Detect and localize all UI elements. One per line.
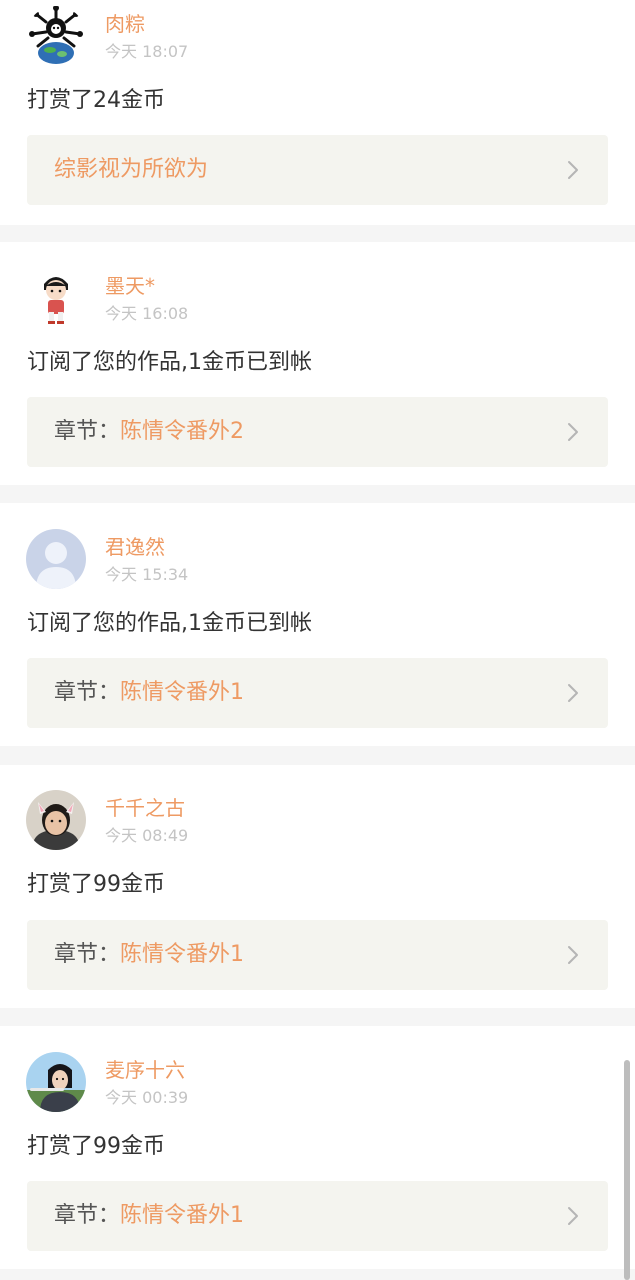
chevron-right-icon [568, 1207, 578, 1225]
user-avatar[interactable] [26, 529, 86, 589]
link-prefix: 章节： [54, 942, 121, 967]
link-title: 陈情令番外2 [120, 419, 245, 444]
link-text: 章节：陈情令番外1 [54, 678, 244, 708]
username[interactable]: 墨天* [105, 274, 155, 298]
username[interactable]: 肉粽 [105, 12, 145, 36]
notification-card: 麦序十六 今天 00:39 打赏了99金币 章节：陈情令番外1 [0, 1026, 635, 1269]
link-text: 章节：陈情令番外1 [54, 1201, 244, 1231]
work-link[interactable]: 综影视为所欲为 [27, 135, 608, 205]
link-title: 陈情令番外1 [120, 680, 245, 705]
timestamp: 今天 15:34 [105, 565, 189, 584]
link-title: 综影视为所欲为 [54, 157, 209, 182]
chapter-link[interactable]: 章节：陈情令番外1 [27, 1181, 608, 1251]
notification-message: 打赏了99金币 [27, 872, 165, 897]
chevron-right-icon [568, 946, 578, 964]
chevron-right-icon [568, 161, 578, 179]
notification-message: 打赏了99金币 [27, 1134, 165, 1159]
notification-card: 千千之古 今天 08:49 打赏了99金币 章节：陈情令番外1 [0, 765, 635, 1008]
link-prefix: 章节： [54, 680, 121, 705]
notification-message: 订阅了您的作品,1金币已到帐 [27, 611, 312, 636]
scrollbar[interactable] [624, 1060, 630, 1280]
chevron-right-icon [568, 684, 578, 702]
chapter-link[interactable]: 章节：陈情令番外2 [27, 397, 608, 467]
notification-card: 墨天* 今天 16:08 订阅了您的作品,1金币已到帐 章节：陈情令番外2 [0, 242, 635, 485]
notification-message: 打赏了24金币 [27, 88, 165, 113]
user-avatar[interactable] [26, 790, 86, 850]
link-prefix: 章节： [54, 1203, 121, 1228]
chapter-link[interactable]: 章节：陈情令番外1 [27, 658, 608, 728]
timestamp: 今天 00:39 [105, 1088, 189, 1107]
chapter-link[interactable]: 章节：陈情令番外1 [27, 920, 608, 990]
username[interactable]: 麦序十六 [105, 1058, 185, 1082]
notification-feed: 肉粽 今天 18:07 打赏了24金币 综影视为所欲为 墨天* 今天 16:08… [0, 0, 635, 1280]
notification-card: 君逸然 今天 15:34 订阅了您的作品,1金币已到帐 章节：陈情令番外1 [0, 503, 635, 746]
chevron-right-icon [568, 423, 578, 441]
timestamp: 今天 16:08 [105, 304, 189, 323]
username[interactable]: 君逸然 [105, 535, 165, 559]
link-title: 陈情令番外1 [120, 1203, 245, 1228]
link-prefix: 章节： [54, 419, 121, 444]
link-title: 陈情令番外1 [120, 942, 245, 967]
notification-message: 订阅了您的作品,1金币已到帐 [27, 350, 312, 375]
user-avatar[interactable] [26, 6, 86, 66]
user-avatar[interactable] [26, 268, 86, 328]
timestamp: 今天 08:49 [105, 826, 189, 845]
user-avatar[interactable] [26, 1052, 86, 1112]
link-text: 章节：陈情令番外2 [54, 417, 244, 447]
notification-card: 肉粽 今天 18:07 打赏了24金币 综影视为所欲为 [0, 0, 635, 225]
link-text: 综影视为所欲为 [54, 155, 208, 185]
timestamp: 今天 18:07 [105, 42, 189, 61]
username[interactable]: 千千之古 [105, 796, 185, 820]
link-text: 章节：陈情令番外1 [54, 940, 244, 970]
